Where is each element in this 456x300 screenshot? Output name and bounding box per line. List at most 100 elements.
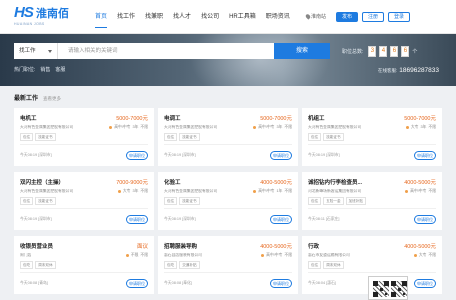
company-name[interactable]: 惠石县店服装有限公司 <box>164 253 202 258</box>
job-title[interactable]: 招聘服装导购 <box>164 242 197 250</box>
job-salary: 面议 <box>136 244 148 250</box>
benefit-tag: 包住 <box>308 133 322 141</box>
benefit-tag: 技能证书 <box>323 133 344 141</box>
benefit-tag: 包住 <box>20 133 34 141</box>
apply-button[interactable]: 申请职位 <box>270 279 292 288</box>
job-requirement: 高中/中专 <box>410 189 427 193</box>
company-name[interactable]: 天河有色金属集团控股有限公司 <box>164 189 217 194</box>
counter-digit: 6 <box>401 45 410 57</box>
job-counter-label: 职位总数: <box>342 48 364 55</box>
benefit-tags: 包吃 交通补贴 <box>164 261 200 269</box>
card-divider <box>20 272 148 273</box>
job-title[interactable]: 化验工 <box>164 178 181 186</box>
apply-button[interactable]: 申请职位 <box>414 279 436 288</box>
nav-item[interactable]: 首页 <box>90 0 112 34</box>
view-more-link[interactable]: 查看更多 <box>43 96 61 102</box>
job-requirement: 不限 <box>284 253 292 257</box>
card-divider <box>164 272 292 273</box>
job-requirements: 高中/中专 3年 不限 <box>253 125 292 130</box>
benefit-tag: 包吃 <box>164 261 178 269</box>
search-button[interactable]: 搜索 <box>274 43 330 59</box>
company-name[interactable]: 天河有色金属集团控股有限公司 <box>308 125 361 130</box>
company-name[interactable]: 周门店 <box>20 253 31 258</box>
job-requirement: 不限 <box>428 125 436 129</box>
post-button[interactable]: 发布 <box>336 12 358 22</box>
qr-code-icon <box>391 281 407 297</box>
job-title[interactable]: 诚招钻内行李检查员... <box>308 178 362 186</box>
apply-button[interactable]: 申请职位 <box>126 215 148 224</box>
apply-button[interactable]: 申请职位 <box>126 279 148 288</box>
job-requirement: 不限 <box>140 125 148 129</box>
job-title[interactable]: 电机工 <box>20 114 37 122</box>
nav-item[interactable]: 找兼职 <box>140 0 168 34</box>
logo-name: 淮南佰 <box>36 8 69 20</box>
job-card[interactable]: 电调工 5000-7000元 天河有色金属集团控股有限公司 高中/中专 3年 不限 包住 技能… <box>158 108 298 166</box>
job-card[interactable]: 化验工 4000-5000元 天河有色金属集团控股有限公司 高中/中专 1年 不限 包住 技能… <box>158 172 298 230</box>
logo-tagline: HUAINAN JOBS <box>14 22 45 26</box>
company-name[interactable]: 河北新峰场新客运集团有限公司 <box>308 189 361 194</box>
job-requirements: 高中/中专 不限 <box>261 253 292 258</box>
job-title[interactable]: 电调工 <box>164 114 181 122</box>
job-requirements: 大专 3年 不限 <box>117 189 148 194</box>
apply-button[interactable]: 申请职位 <box>414 215 436 224</box>
apply-button[interactable]: 申请职位 <box>414 151 436 160</box>
job-requirement: 大专 <box>418 253 427 257</box>
logo-mark: HS <box>14 4 34 21</box>
search-category-select[interactable]: 找工作 <box>14 43 58 59</box>
city-switcher[interactable]: 淮南站 <box>304 13 326 20</box>
nav-item[interactable]: 找工作 <box>112 0 140 34</box>
job-salary: 7000-9000元 <box>116 180 148 186</box>
apply-button[interactable]: 申请职位 <box>270 215 292 224</box>
benefit-tag: 技能证书 <box>35 197 56 205</box>
company-name[interactable]: 天河有色金属集团控股有限公司 <box>20 189 73 194</box>
job-requirement: 不限 <box>428 189 436 193</box>
company-name[interactable]: 天河有色金属集团控股有限公司 <box>20 125 73 130</box>
job-requirement: 不限 <box>140 253 148 257</box>
job-title[interactable]: 行政 <box>308 242 319 250</box>
site-logo[interactable]: HS 淮南佰 HUAINAN JOBS <box>14 4 78 30</box>
job-card[interactable]: 诚招钻内行李检查员... 4000-5000元河北新峰场新客运集团有限公司 高中/中… <box>302 172 442 230</box>
job-title[interactable]: 双闪主控（主操） <box>20 178 64 186</box>
hot-keyword[interactable]: 销售 <box>40 66 50 73</box>
job-requirement: 3年 <box>132 125 139 129</box>
person-icon <box>413 254 417 257</box>
hot-keyword[interactable]: 客服 <box>55 66 65 73</box>
job-salary: 4000-5000元 <box>404 180 436 186</box>
job-requirements: 高中/中专 1年 不限 <box>253 189 292 194</box>
job-requirement: 不限 <box>284 189 292 193</box>
benefit-tag: 交通补贴 <box>179 261 200 269</box>
person-icon <box>405 126 409 129</box>
job-title[interactable]: 机组工 <box>308 114 325 122</box>
register-button[interactable]: 注册 <box>362 12 384 22</box>
person-icon <box>109 126 113 129</box>
job-requirement: 高中/中专 <box>266 253 283 257</box>
job-card[interactable]: 电机工 5000-7000元 天河有色金属集团控股有限公司 高中/中专 3年 不限 包住 技能… <box>14 108 154 166</box>
apply-button[interactable]: 申请职位 <box>270 151 292 160</box>
card-divider <box>164 144 292 145</box>
job-salary: 5000-7000元 <box>260 116 292 122</box>
benefit-tags: 包住 五险一金 加班补贴 <box>308 197 366 205</box>
company-name[interactable]: 惠石市友道运输有限公司 <box>308 253 350 258</box>
search-bar: 找工作 搜索 <box>14 43 330 59</box>
job-card[interactable]: 双闪主控（主操） 7000-9000元 天河有色金属集团控股有限公司 大专 3年 不限 包住… <box>14 172 154 230</box>
nav-item[interactable]: 找人才 <box>168 0 196 34</box>
job-card[interactable]: 机组工 5000-7000元 天河有色金属集团控股有限公司 大专 3年 不限 包住 技能证书今… <box>302 108 442 166</box>
apply-button[interactable]: 申请职位 <box>126 151 148 160</box>
company-name[interactable]: 天河有色金属集团控股有限公司 <box>164 125 217 130</box>
card-divider <box>308 208 436 209</box>
card-divider <box>20 144 148 145</box>
login-button[interactable]: 登录 <box>388 12 410 22</box>
job-requirement: 3年 <box>276 125 283 129</box>
search-input[interactable] <box>58 43 274 59</box>
nav-item[interactable]: HR工具箱 <box>224 0 261 34</box>
job-card[interactable]: 招聘服装导购 4000-5000元 惠石县店服装有限公司 高中/中专 不限 包吃 交通补贴今… <box>158 236 298 294</box>
job-title[interactable]: 收银员营业员 <box>20 242 53 250</box>
job-requirements: 高中/中专 3年 不限 <box>109 125 148 130</box>
nav-item[interactable]: 找公司 <box>196 0 224 34</box>
job-card[interactable]: 收银员营业员 面议 周门店 不限 不限 包吃 周末双休 今天08:08 [青岛] 申请职位 <box>14 236 154 294</box>
person-icon <box>261 254 265 257</box>
counter-unit: 个 <box>412 48 418 55</box>
benefit-tag: 加班补贴 <box>345 197 366 205</box>
benefit-tags: 包住 周末双休 <box>308 261 344 269</box>
nav-item[interactable]: 职场资讯 <box>261 0 295 34</box>
